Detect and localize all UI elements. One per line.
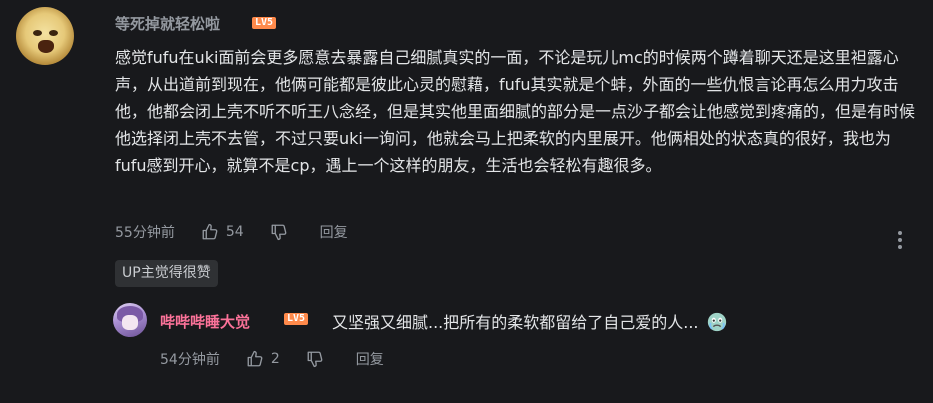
reply-actions: 54分钟前 2 回复 (160, 349, 384, 369)
comment-content: 感觉fufu在uki面前会更多愿意去暴露自己细腻真实的一面，不论是玩儿mc的时候… (115, 48, 916, 175)
reply-avatar[interactable] (113, 303, 147, 337)
thumb-down-icon[interactable] (306, 350, 324, 368)
more-dot (898, 238, 902, 242)
reply-button[interactable]: 回复 (320, 222, 348, 242)
avatar-mouth (38, 40, 54, 53)
more-vertical-icon[interactable] (896, 231, 904, 251)
comment-time: 55分钟前 (115, 225, 175, 241)
crying-emoji-icon (707, 312, 726, 332)
more-dot (898, 245, 902, 249)
thumb-up-icon[interactable] (201, 223, 219, 241)
reply-time: 54分钟前 (160, 352, 220, 368)
more-dot (898, 231, 902, 235)
like-count: 54 (225, 224, 244, 240)
up-liked-tag: UP主觉得很赞 (115, 260, 218, 287)
avatar[interactable] (16, 7, 74, 65)
reply-button[interactable]: 回复 (356, 349, 384, 369)
avatar-eye (33, 30, 42, 36)
avatar-eye (49, 30, 58, 36)
reply-level-badge: LV5 (284, 313, 309, 325)
avatar-face (122, 315, 138, 330)
thumb-up-icon[interactable] (246, 350, 264, 368)
comment-username[interactable]: 等死掉就轻松啦 (115, 13, 220, 34)
reply-content: 又坚强又细腻...把所有的柔软都留给了自己爱的人... (332, 309, 728, 333)
level-badge: LV5 (252, 17, 277, 29)
reply-username[interactable]: 哔哔哔睡大觉 (160, 311, 250, 332)
comment-actions: 55分钟前 54 回复 (115, 222, 348, 242)
thumb-down-icon[interactable] (270, 223, 288, 241)
reply-like-count: 2 (270, 351, 280, 367)
reply-text: 又坚强又细腻...把所有的柔软都留给了自己爱的人... (332, 313, 699, 332)
